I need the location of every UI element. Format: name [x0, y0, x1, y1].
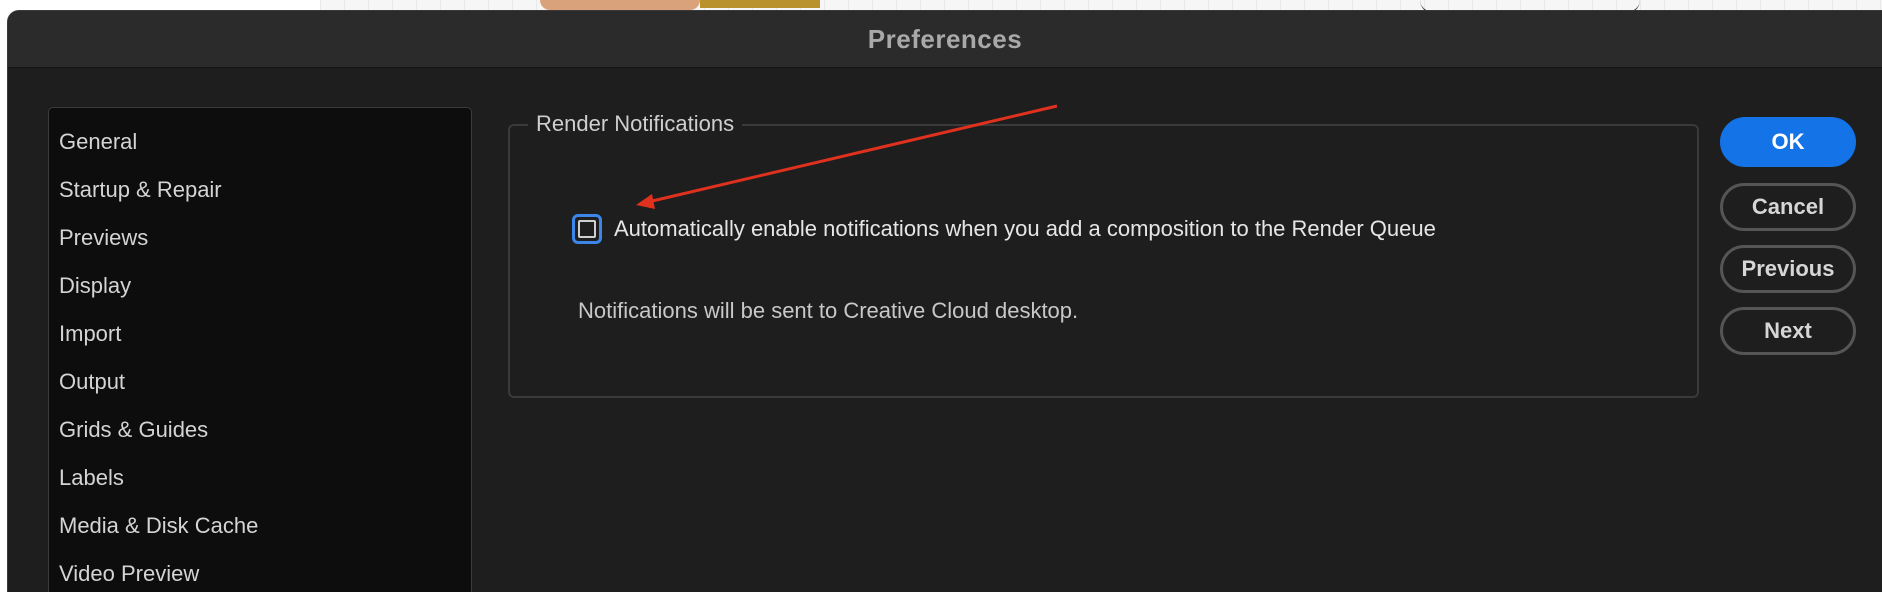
checkbox-box: [578, 220, 596, 238]
sidebar-item-video-preview[interactable]: Video Preview: [49, 550, 471, 592]
checkbox-label[interactable]: Automatically enable notifications when …: [614, 216, 1436, 242]
dialog-titlebar[interactable]: Preferences: [8, 11, 1882, 68]
sidebar-item-display[interactable]: Display: [49, 262, 471, 310]
notifications-checkbox-row[interactable]: Automatically enable notifications when …: [572, 214, 1436, 244]
group-legend: Render Notifications: [528, 111, 743, 137]
next-button[interactable]: Next: [1720, 307, 1856, 355]
render-notifications-group: Render Notifications Automatically enabl…: [508, 111, 1699, 398]
sidebar-item-startup-repair[interactable]: Startup & Repair: [49, 166, 471, 214]
dialog-title: Preferences: [867, 23, 1023, 54]
notifications-note: Notifications will be sent to Creative C…: [578, 298, 1079, 323]
sidebar-item-import[interactable]: Import: [49, 310, 471, 358]
sidebar-item-output[interactable]: Output: [49, 358, 471, 406]
sidebar-item-general[interactable]: General: [49, 118, 471, 166]
ok-button[interactable]: OK: [1720, 117, 1856, 167]
preferences-category-list[interactable]: General Startup & Repair Previews Displa…: [48, 107, 472, 592]
enable-notifications-checkbox[interactable]: [572, 214, 602, 244]
previous-button[interactable]: Previous: [1720, 245, 1856, 293]
sidebar-item-media-disk-cache[interactable]: Media & Disk Cache: [49, 502, 471, 550]
cancel-button[interactable]: Cancel: [1720, 183, 1856, 231]
dialog-buttons: OK Cancel Previous Next: [1720, 117, 1856, 369]
sidebar-item-grids-guides[interactable]: Grids & Guides: [49, 406, 471, 454]
sidebar-item-labels[interactable]: Labels: [49, 454, 471, 502]
background-artwork: [700, 0, 820, 8]
sidebar-item-previews[interactable]: Previews: [49, 214, 471, 262]
preferences-dialog: Preferences General Startup & Repair Pre…: [7, 10, 1882, 592]
background-artwork: [540, 0, 700, 10]
